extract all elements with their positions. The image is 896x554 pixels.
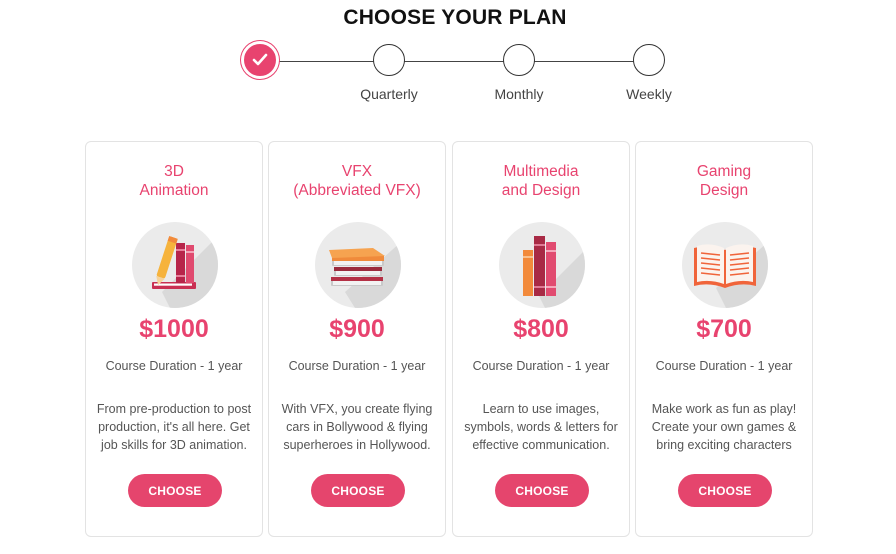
check-icon bbox=[252, 53, 268, 66]
step-weekly[interactable] bbox=[633, 44, 665, 76]
pricing-page: CHOOSE YOUR PLAN Quarterly Monthly Weekl… bbox=[0, 0, 896, 554]
step-1-completed[interactable] bbox=[244, 44, 276, 76]
plan-card-gaming: Gaming Design $700 Course Duration - 1 y… bbox=[635, 141, 813, 537]
plan-card-vfx: VFX (Abbreviated VFX) $900 Course Durati… bbox=[268, 141, 446, 537]
plan-duration: Course Duration - 1 year bbox=[288, 359, 426, 373]
plan-duration: Course Duration - 1 year bbox=[105, 359, 243, 373]
plan-price: $1000 bbox=[139, 315, 209, 343]
book-stack-icon bbox=[315, 222, 401, 308]
step-label-quarterly[interactable]: Quarterly bbox=[344, 86, 434, 102]
page-title: CHOOSE YOUR PLAN bbox=[343, 6, 567, 29]
stepper-line bbox=[260, 61, 650, 62]
plan-title: 3D Animation bbox=[139, 163, 209, 199]
choose-button-gaming[interactable]: CHOOSE bbox=[678, 474, 772, 507]
open-book-icon bbox=[682, 222, 768, 308]
plan-description: With VFX, you create flying cars in Boll… bbox=[281, 402, 433, 452]
plan-price: $800 bbox=[513, 315, 569, 343]
plan-title: Multimedia and Design bbox=[501, 163, 581, 199]
plan-description: From pre-production to post production, … bbox=[96, 402, 252, 452]
plan-price: $700 bbox=[696, 315, 752, 343]
plan-card-multimedia: Multimedia and Design $800 Course Durati… bbox=[452, 141, 630, 537]
books-pencil-icon bbox=[132, 222, 218, 308]
step-label-monthly[interactable]: Monthly bbox=[474, 86, 564, 102]
plan-description: Make work as fun as play! Create your ow… bbox=[651, 402, 797, 452]
choose-button-multimedia[interactable]: CHOOSE bbox=[495, 474, 589, 507]
plan-duration: Course Duration - 1 year bbox=[655, 359, 793, 373]
step-monthly[interactable] bbox=[503, 44, 535, 76]
standing-books-icon bbox=[499, 222, 585, 308]
plan-price: $900 bbox=[329, 315, 385, 343]
choose-button-vfx[interactable]: CHOOSE bbox=[311, 474, 405, 507]
plan-title: Gaming Design bbox=[696, 163, 752, 199]
plan-cards: 3D Animation $1000 Course Duration - 1 y… bbox=[85, 141, 815, 538]
plan-card-3d-animation: 3D Animation $1000 Course Duration - 1 y… bbox=[85, 141, 263, 537]
choose-button-3d-animation[interactable]: CHOOSE bbox=[128, 474, 222, 507]
step-quarterly[interactable] bbox=[373, 44, 405, 76]
plan-stepper: Quarterly Monthly Weekly bbox=[240, 40, 672, 110]
step-label-weekly[interactable]: Weekly bbox=[604, 86, 694, 102]
plan-duration: Course Duration - 1 year bbox=[472, 359, 610, 373]
plan-description: Learn to use images, symbols, words & le… bbox=[464, 402, 618, 452]
plan-title: VFX (Abbreviated VFX) bbox=[293, 163, 421, 199]
